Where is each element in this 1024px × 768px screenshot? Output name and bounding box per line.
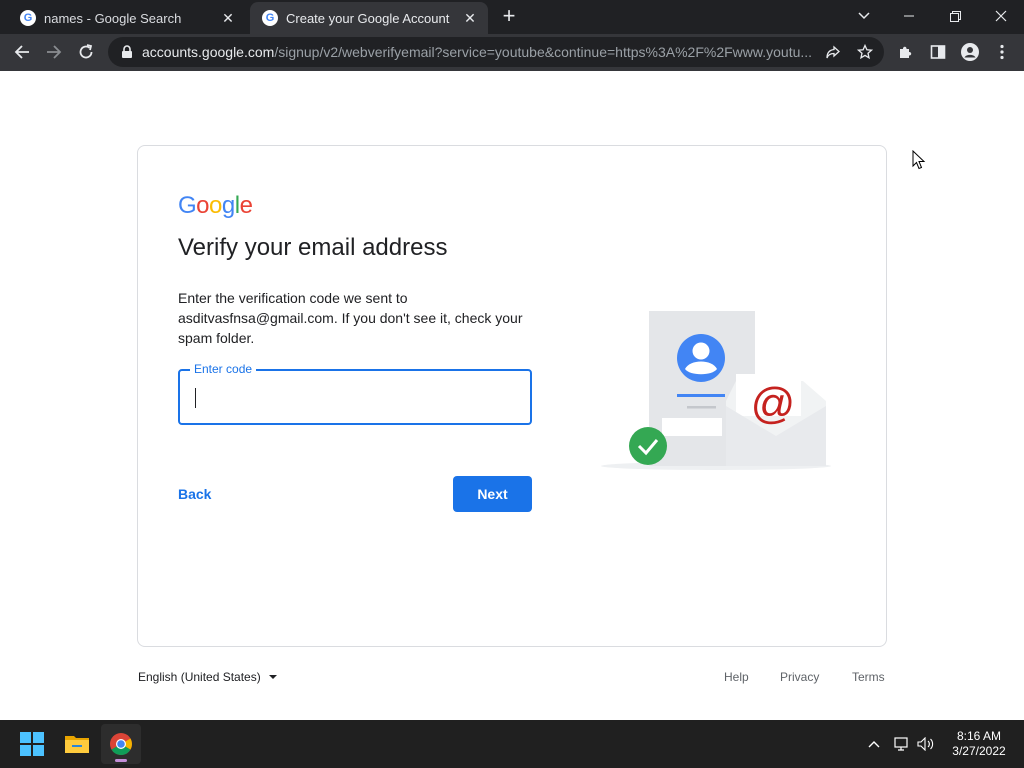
chrome-taskbar-button[interactable] xyxy=(101,724,141,764)
tab-strip: G names - Google Search ✕ G Create your … xyxy=(0,0,1024,34)
language-selector[interactable]: English (United States) xyxy=(138,670,277,684)
address-bar[interactable]: accounts.google.com/signup/v2/webverifye… xyxy=(108,37,884,67)
minimize-button[interactable] xyxy=(886,0,932,32)
code-field-label: Enter code xyxy=(190,362,257,376)
network-icon[interactable] xyxy=(891,734,911,754)
page-title: Verify your email address xyxy=(178,234,448,261)
text-caret xyxy=(195,388,196,408)
code-field: Enter code xyxy=(178,362,532,425)
system-clock[interactable]: 8:16 AM 3/27/2022 xyxy=(944,729,1014,759)
verification-description: Enter the verification code we sent to a… xyxy=(178,290,523,346)
close-tab-icon[interactable]: ✕ xyxy=(220,10,236,26)
tab-search-icon[interactable] xyxy=(852,4,876,28)
close-window-button[interactable] xyxy=(978,0,1024,32)
active-app-indicator xyxy=(115,759,127,762)
file-explorer-taskbar-button[interactable] xyxy=(57,724,97,764)
language-label: English (United States) xyxy=(138,670,261,684)
folder-icon xyxy=(65,736,89,753)
close-tab-icon[interactable]: ✕ xyxy=(462,10,478,26)
back-button[interactable]: Back xyxy=(178,486,211,502)
tab-title: Create your Google Account xyxy=(286,10,450,26)
google-g-icon: G xyxy=(20,10,36,26)
privacy-link[interactable]: Privacy xyxy=(780,670,819,684)
tab-create-google-account[interactable]: G Create your Google Account ✕ xyxy=(250,2,488,34)
lock-icon xyxy=(122,45,132,58)
browser-toolbar: accounts.google.com/signup/v2/webverifye… xyxy=(0,34,1024,71)
forward-arrow-icon[interactable] xyxy=(40,38,68,66)
url-text: accounts.google.com/signup/v2/webverifye… xyxy=(142,44,813,60)
email-verification-illustration: @ xyxy=(601,311,831,470)
tab-title: names - Google Search xyxy=(44,10,182,26)
menu-kebab-icon[interactable] xyxy=(992,42,1012,62)
svg-text:@: @ xyxy=(751,379,796,428)
mouse-cursor-icon xyxy=(912,150,926,170)
clock-time: 8:16 AM xyxy=(956,729,1002,743)
extensions-puzzle-icon[interactable] xyxy=(896,42,916,62)
new-tab-button[interactable]: + xyxy=(498,5,520,28)
google-logo: Google xyxy=(178,192,253,219)
next-button[interactable]: Next xyxy=(453,476,532,512)
side-panel-icon[interactable] xyxy=(928,42,948,62)
clock-date: 3/27/2022 xyxy=(952,744,1006,758)
restore-button[interactable] xyxy=(932,0,978,32)
google-g-icon: G xyxy=(262,10,278,26)
terms-link[interactable]: Terms xyxy=(852,670,885,684)
windows-logo-icon xyxy=(20,732,44,756)
share-icon[interactable] xyxy=(824,43,842,61)
help-link[interactable]: Help xyxy=(724,670,749,684)
code-input[interactable] xyxy=(192,381,518,413)
dropdown-arrow-icon xyxy=(268,675,277,679)
verify-email-card: Google Verify your email address Enter t… xyxy=(137,145,887,647)
profile-avatar-icon[interactable] xyxy=(960,42,980,62)
reload-icon[interactable] xyxy=(72,38,100,66)
email-address: asditvasfnsa@gmail.com xyxy=(178,310,334,326)
tab-names-google-search[interactable]: G names - Google Search ✕ xyxy=(8,2,246,34)
chrome-icon xyxy=(110,733,132,755)
start-button[interactable] xyxy=(12,724,52,764)
bookmark-star-icon[interactable] xyxy=(856,43,874,61)
volume-icon[interactable] xyxy=(916,734,936,754)
show-hidden-icons-chevron-icon[interactable] xyxy=(864,734,884,754)
back-arrow-icon[interactable] xyxy=(8,38,36,66)
taskbar: 8:16 AM 3/27/2022 xyxy=(0,720,1024,768)
